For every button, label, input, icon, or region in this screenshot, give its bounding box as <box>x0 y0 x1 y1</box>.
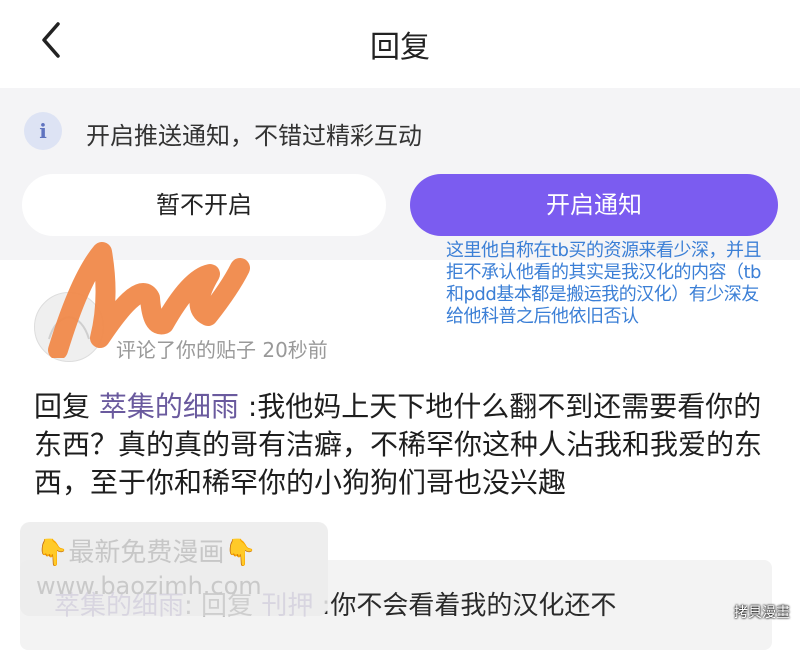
annotation-note: 这里他自称在tb买的资源来看少深，并且拒不承认他看的其实是我汉化的内容（tb和p… <box>446 240 761 327</box>
quote-text: :你不会看着我的汉化还不 <box>313 591 617 621</box>
comment-body: 回复 萃集的细雨 :我他妈上天下地什么翻不到还需要看你的东西？真的真的哥有洁癖，… <box>34 388 764 502</box>
not-now-button[interactable]: 暂不开启 <box>22 174 386 236</box>
header-bar: 回复 <box>0 0 800 86</box>
comment-meta: 评论了你的贴子 20秒前 <box>116 338 328 362</box>
enable-notifications-button[interactable]: 开启通知 <box>410 174 778 236</box>
user-link[interactable]: 萃集的细雨 <box>99 390 239 423</box>
watermark-line1: 👇最新免费漫画👇 <box>36 532 257 569</box>
push-prompt-text: 开启推送通知，不错过精彩互动 <box>86 122 422 150</box>
watermark-text: 最新免费漫画 <box>68 538 225 568</box>
info-icon: i <box>24 112 62 150</box>
pointing-down-icon: 👇 <box>36 538 69 568</box>
corner-watermark: 拷貝漫畫 <box>734 605 790 621</box>
page-title: 回复 <box>370 30 430 65</box>
reply-prefix: 回复 <box>34 390 91 423</box>
watermark-url: www.baozimh.com <box>36 572 262 600</box>
pointing-down-icon: 👇 <box>224 538 257 568</box>
